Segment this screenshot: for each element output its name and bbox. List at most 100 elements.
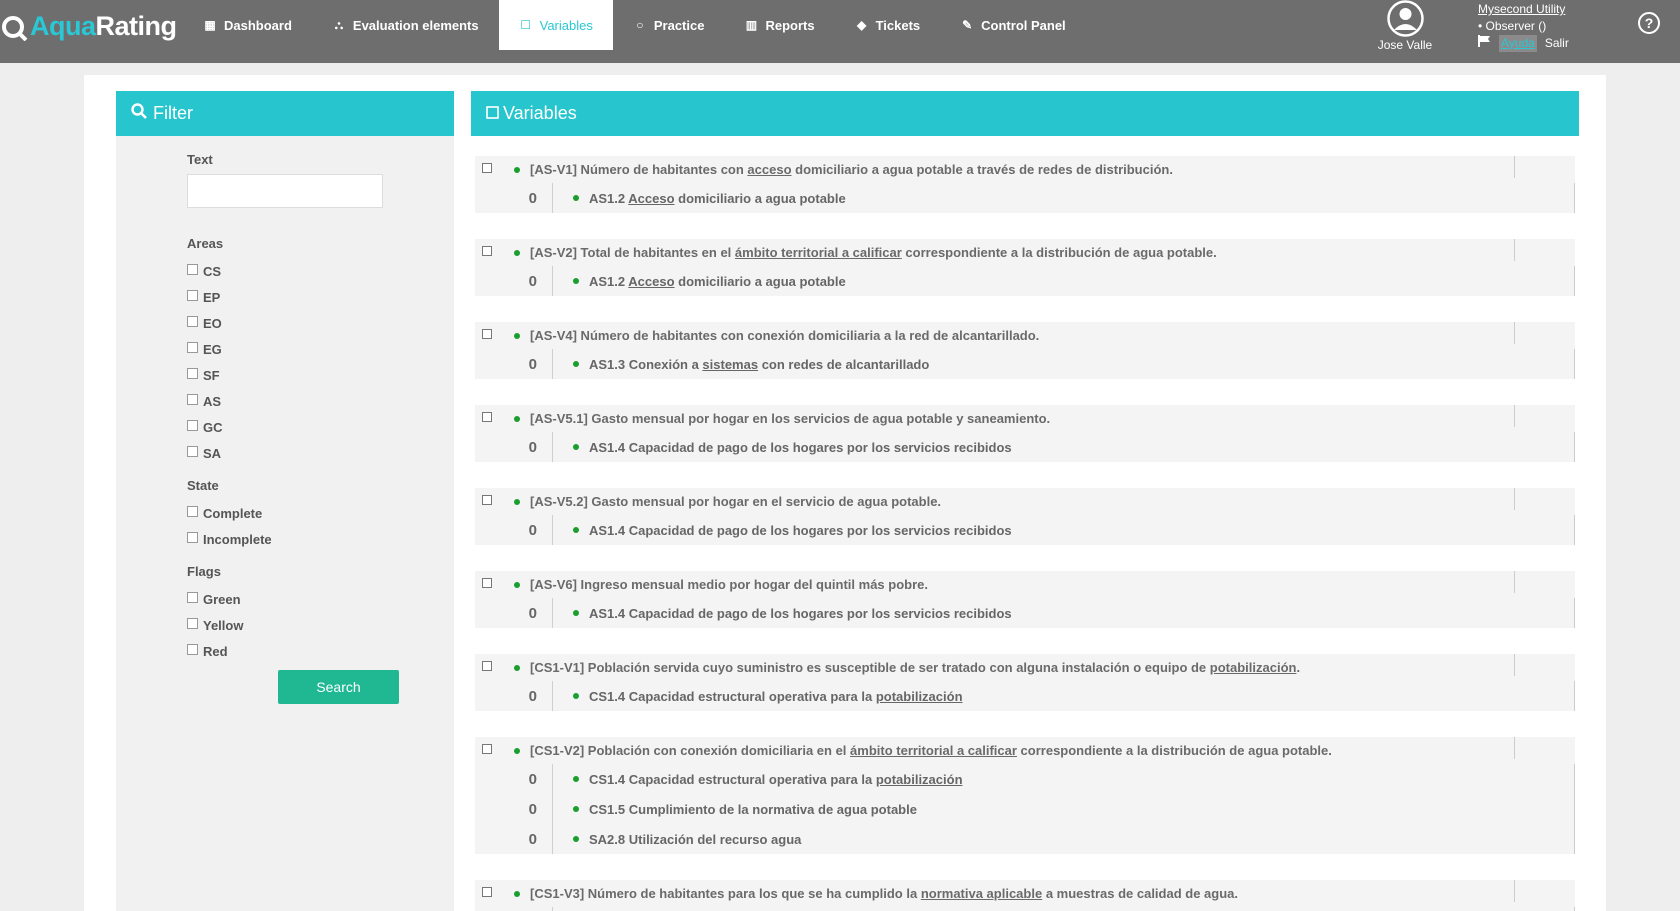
checkbox[interactable] [187, 289, 198, 301]
flag-yellow[interactable]: Yellow [187, 612, 454, 638]
glossary-link[interactable]: potabilización [1210, 660, 1297, 675]
nav-dashboard[interactable]: ▦ Dashboard [183, 0, 312, 50]
glossary-link[interactable]: sistemas [702, 357, 758, 372]
glossary-link[interactable]: potabilización [876, 689, 963, 704]
green-dot-icon [514, 332, 520, 339]
area-sf[interactable]: SF [187, 362, 454, 388]
flag-green[interactable]: Green [187, 586, 454, 612]
indicator-row: 0 CS1.5 Cumplimiento de la normativa de a… [475, 794, 1575, 824]
checkbox[interactable] [187, 617, 198, 629]
checkbox[interactable] [187, 505, 198, 517]
indicator-text[interactable]: AS1.4 Capacidad de pago de los hogares p… [589, 606, 1012, 621]
user-menu[interactable]: Jose Valle [1370, 0, 1440, 55]
flag-icon [1478, 35, 1491, 52]
variable-title[interactable]: [AS-V5.2] Gasto mensual por hogar en el … [530, 494, 941, 509]
variable-title[interactable]: [CS1-V2] Población con conexión domicili… [530, 743, 1332, 758]
indicator-text[interactable]: AS1.4 Capacidad de pago de los hogares p… [589, 523, 1012, 538]
indicator-divider [552, 764, 553, 794]
checkbox[interactable] [187, 419, 198, 431]
glossary-link[interactable]: ámbito territorial a calificar [735, 245, 902, 260]
variable-checkbox[interactable] [482, 661, 492, 671]
indicator-row: 0 CS1.4 Capacidad estructural operativa p… [475, 681, 1575, 711]
indicator-text[interactable]: AS1.2 Acceso domiciliario a agua potable [589, 274, 846, 289]
nav-variables[interactable]: ☐ Variables [498, 0, 613, 50]
green-dot-icon [514, 166, 520, 173]
glossary-link[interactable]: Acceso [628, 274, 674, 289]
variable-title[interactable]: [AS-V4] Número de habitantes con conexió… [530, 328, 1039, 343]
nav-control-panel[interactable]: ✎ Control Panel [940, 0, 1086, 50]
text-input[interactable] [187, 174, 383, 208]
variable-checkbox[interactable] [482, 163, 492, 173]
area-eg[interactable]: EG [187, 336, 454, 362]
flag-red[interactable]: Red [187, 638, 454, 664]
divider [1574, 907, 1575, 911]
indicator-text[interactable]: AS1.2 Acceso domiciliario a agua potable [589, 191, 846, 206]
divider [1514, 737, 1515, 759]
help-question-icon[interactable]: ? [1638, 12, 1660, 34]
checkbox[interactable] [187, 591, 198, 603]
indicator-text[interactable]: SA2.8 Utilización del recurso agua [589, 832, 801, 847]
checkbox-label: Incomplete [203, 531, 272, 547]
variable-title[interactable]: [AS-V6] Ingreso mensual medio por hogar … [530, 577, 928, 592]
green-dot-icon [573, 610, 579, 616]
variable-title[interactable]: [AS-V1] Número de habitantes con acceso … [530, 162, 1173, 177]
indicator-row: 0 AS1.4 Capacidad de pago de los hogares … [475, 432, 1575, 462]
glossary-link[interactable]: Acceso [628, 191, 674, 206]
indicator-count: 0 [528, 355, 537, 373]
variable-checkbox[interactable] [482, 329, 492, 339]
nav-tickets[interactable]: ◆ Tickets [835, 0, 941, 50]
checkbox-label: EG [203, 341, 222, 357]
checkbox[interactable] [187, 445, 198, 457]
variable-title[interactable]: [AS-V2] Total de habitantes en el ámbito… [530, 245, 1217, 260]
variable-row: [AS-V2] Total de habitantes en el ámbito… [475, 239, 1575, 266]
utility-org-link[interactable]: Mysecond Utility [1478, 1, 1569, 18]
search-button[interactable]: Search [278, 670, 399, 704]
glossary-link[interactable]: normativa aplicable [921, 886, 1042, 901]
checkbox[interactable] [187, 367, 198, 379]
variable-title[interactable]: [AS-V5.1] Gasto mensual por hogar en los… [530, 411, 1050, 426]
variable-checkbox[interactable] [482, 744, 492, 754]
indicator-text[interactable]: CS1.4 Capacidad estructural operativa pa… [589, 772, 963, 787]
indicator-divider [552, 681, 553, 711]
variable-checkbox[interactable] [482, 412, 492, 422]
indicator-text[interactable]: CS1.4 Capacidad estructural operativa pa… [589, 689, 963, 704]
area-sa[interactable]: SA [187, 440, 454, 466]
variable-checkbox[interactable] [482, 578, 492, 588]
nav-evaluation-elements[interactable]: ⛬ Evaluation elements [312, 0, 499, 50]
area-as[interactable]: AS [187, 388, 454, 414]
checkbox[interactable] [187, 315, 198, 327]
area-cs[interactable]: CS [187, 258, 454, 284]
logout-link[interactable]: Salir [1545, 35, 1569, 52]
indicator-text[interactable]: AS1.4 Capacidad de pago de los hogares p… [589, 440, 1012, 455]
glossary-link[interactable]: acceso [747, 162, 791, 177]
help-link[interactable]: Ayuda [1499, 35, 1537, 52]
variable-title[interactable]: [CS1-V3] Número de habitantes para los q… [530, 886, 1238, 901]
indicator-text[interactable]: AS1.3 Conexión a sistemas con redes de a… [589, 357, 929, 372]
checkbox[interactable] [187, 531, 198, 543]
checkbox[interactable] [187, 393, 198, 405]
logo[interactable]: AquaRating [0, 6, 177, 46]
variable-title[interactable]: [CS1-V1] Población servida cuyo suminist… [530, 660, 1300, 675]
glossary-link[interactable]: potabilización [876, 772, 963, 787]
checkbox[interactable] [187, 341, 198, 353]
green-dot-icon [514, 581, 520, 588]
indicator-text[interactable]: CS1.5 Cumplimiento de la normativa de ag… [589, 802, 917, 817]
state-complete[interactable]: Complete [187, 500, 454, 526]
sitemap-icon: ⛬ [334, 17, 344, 32]
text-segment: [AS-V5.1] Gasto mensual por hogar en los… [530, 411, 1051, 426]
area-eo[interactable]: EO [187, 310, 454, 336]
variable-checkbox[interactable] [482, 887, 492, 897]
divider [1574, 794, 1575, 824]
state-incomplete[interactable]: Incomplete [187, 526, 454, 552]
nav-reports[interactable]: ▥ Reports [724, 0, 834, 50]
text-segment: domiciliario a agua potable [674, 273, 846, 289]
glossary-link[interactable]: ámbito territorial a calificar [850, 743, 1017, 758]
checkbox[interactable] [187, 263, 198, 275]
variable-checkbox[interactable] [482, 495, 492, 505]
area-ep[interactable]: EP [187, 284, 454, 310]
flags-label: Flags [187, 564, 221, 579]
nav-practice[interactable]: ○ Practice [613, 0, 725, 50]
area-gc[interactable]: GC [187, 414, 454, 440]
checkbox[interactable] [187, 643, 198, 655]
variable-checkbox[interactable] [482, 246, 492, 256]
